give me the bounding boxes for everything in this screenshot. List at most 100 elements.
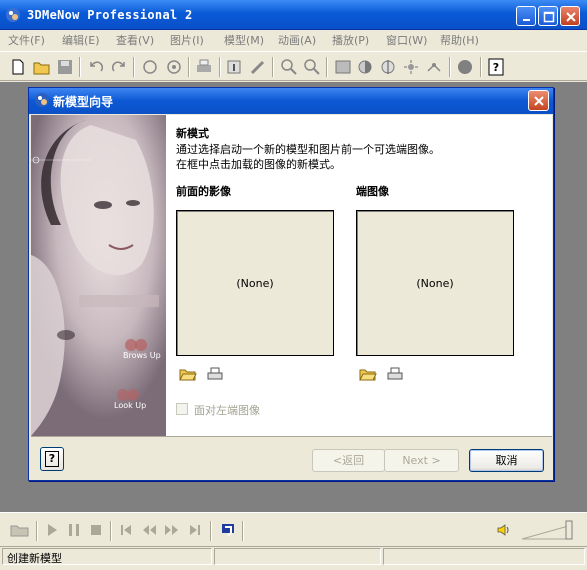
toolbar-separator xyxy=(242,521,244,541)
svg-text:?: ? xyxy=(493,61,499,74)
rotate-right-icon[interactable] xyxy=(164,57,184,77)
toolbar: ? xyxy=(0,51,587,81)
maximize-icon xyxy=(543,11,555,23)
dialog-title-bar: 新模型向导 xyxy=(29,88,553,114)
help-button[interactable]: ? xyxy=(40,447,64,471)
open-folder-icon[interactable] xyxy=(10,522,30,538)
skip-end-icon[interactable] xyxy=(187,522,203,538)
app-title-bar: 3DMeNow Professional 2 xyxy=(0,0,587,30)
open-folder-icon[interactable] xyxy=(32,57,52,77)
toolbar-separator xyxy=(219,57,221,77)
front-image-value: (None) xyxy=(236,277,274,290)
print-icon[interactable] xyxy=(386,366,404,382)
back-button[interactable]: <返回 xyxy=(312,449,385,472)
menu-window[interactable]: 窗口(W) xyxy=(386,32,427,48)
help-icon: ? xyxy=(45,451,59,467)
mirror-icon[interactable] xyxy=(378,57,398,77)
toolbar-separator xyxy=(188,57,190,77)
toolbar-separator xyxy=(272,57,274,77)
volume-icon[interactable] xyxy=(496,522,512,538)
close-icon xyxy=(534,96,544,106)
wizard-side-image: Brows Up Look Up xyxy=(31,115,166,436)
print-icon[interactable] xyxy=(194,57,214,77)
front-image-label: 前面的影像 xyxy=(176,185,231,198)
toolbar-separator xyxy=(449,57,451,77)
app-logo-icon xyxy=(35,93,49,107)
help-icon[interactable]: ? xyxy=(486,57,506,77)
side-image-label: 端图像 xyxy=(356,185,389,198)
open-folder-icon[interactable] xyxy=(179,366,197,382)
redo-icon[interactable] xyxy=(109,57,129,77)
undo-icon[interactable] xyxy=(86,57,106,77)
cancel-button[interactable]: 取消 xyxy=(469,449,544,472)
side-image-label-brows-up: Brows Up xyxy=(123,351,161,360)
toolbar-separator xyxy=(36,521,38,541)
new-file-icon[interactable] xyxy=(8,57,28,77)
status-cell xyxy=(383,548,585,565)
menu-edit[interactable]: 编辑(E) xyxy=(62,32,100,48)
next-button[interactable]: Next > xyxy=(384,449,459,472)
zoom-in-icon[interactable] xyxy=(279,57,299,77)
zoom-out-icon[interactable] xyxy=(302,57,322,77)
sphere-icon[interactable] xyxy=(455,57,475,77)
menu-model[interactable]: 模型(M) xyxy=(224,32,264,48)
pause-icon[interactable] xyxy=(66,522,82,538)
side-image-label-look-up: Look Up xyxy=(114,401,147,410)
side-image-box[interactable]: (None) xyxy=(356,210,514,356)
toolbar-separator xyxy=(210,521,212,541)
menu-play[interactable]: 播放(P) xyxy=(332,32,369,48)
status-cell xyxy=(214,548,381,565)
status-text: 创建新模型 xyxy=(2,548,212,565)
toolbar-separator xyxy=(480,57,482,77)
skip-start-icon[interactable] xyxy=(118,522,134,538)
menu-help[interactable]: 帮助(H) xyxy=(440,32,479,48)
save-icon[interactable] xyxy=(55,57,75,77)
close-icon xyxy=(566,12,576,22)
playback-bar xyxy=(0,512,587,546)
dialog-footer: ? <返回 Next > 取消 xyxy=(31,436,552,480)
toolbar-separator xyxy=(79,57,81,77)
toolbar-separator xyxy=(133,57,135,77)
rewind-icon[interactable] xyxy=(141,522,157,538)
half-sphere-icon[interactable] xyxy=(355,57,375,77)
menu-view[interactable]: 查看(V) xyxy=(116,32,154,48)
intro-text-line: 通过选择启动一个新的模型和图片前一个可选端图像。 xyxy=(176,143,440,156)
intro-text-line: 在框中点击加载的图像的新模式。 xyxy=(176,158,341,171)
dialog-close-button[interactable] xyxy=(528,90,549,111)
app-logo-icon xyxy=(6,8,20,22)
volume-slider[interactable] xyxy=(520,519,576,541)
fast-forward-icon[interactable] xyxy=(164,522,180,538)
dialog-body: Brows Up Look Up 新模式 通过选择启动一个新的模型和图片前一个可… xyxy=(31,115,552,436)
menu-file[interactable]: 文件(F) xyxy=(8,32,45,48)
app-title: 3DMeNow Professional 2 xyxy=(27,8,193,22)
open-folder-icon[interactable] xyxy=(359,366,377,382)
stop-icon[interactable] xyxy=(88,522,104,538)
status-bar: 创建新模型 xyxy=(0,546,587,570)
import-icon[interactable] xyxy=(225,57,245,77)
maximize-button[interactable] xyxy=(538,6,558,26)
side-image-value: (None) xyxy=(416,277,454,290)
minimize-icon xyxy=(523,19,530,21)
play-icon[interactable] xyxy=(44,522,60,538)
new-model-wizard-dialog: 新模型向导 Brows Up Look Up 新模式 通过选择启动一个新的模型和… xyxy=(28,87,554,481)
minimize-button[interactable] xyxy=(516,6,536,26)
face-left-checkbox-label: 面对左端图像 xyxy=(194,404,260,417)
toolbar-separator xyxy=(110,521,112,541)
light-icon[interactable] xyxy=(401,57,421,77)
joint-icon[interactable] xyxy=(424,57,444,77)
print-icon[interactable] xyxy=(206,366,224,382)
intro-title: 新模式 xyxy=(176,127,209,140)
face-illustration xyxy=(31,115,166,436)
close-button[interactable] xyxy=(560,6,580,26)
menu-animate[interactable]: 动画(A) xyxy=(278,32,316,48)
face-left-checkbox[interactable] xyxy=(176,403,188,415)
menu-image[interactable]: 图片(I) xyxy=(170,32,204,48)
image-icon[interactable] xyxy=(333,57,353,77)
front-image-box[interactable]: (None) xyxy=(176,210,334,356)
menu-bar: 文件(F) 编辑(E) 查看(V) 图片(I) 模型(M) 动画(A) 播放(P… xyxy=(0,30,587,48)
tool-icon[interactable] xyxy=(248,57,268,77)
toolbar-separator xyxy=(326,57,328,77)
rotate-left-icon[interactable] xyxy=(140,57,160,77)
loop-icon[interactable] xyxy=(220,522,236,538)
dialog-title: 新模型向导 xyxy=(53,95,114,109)
